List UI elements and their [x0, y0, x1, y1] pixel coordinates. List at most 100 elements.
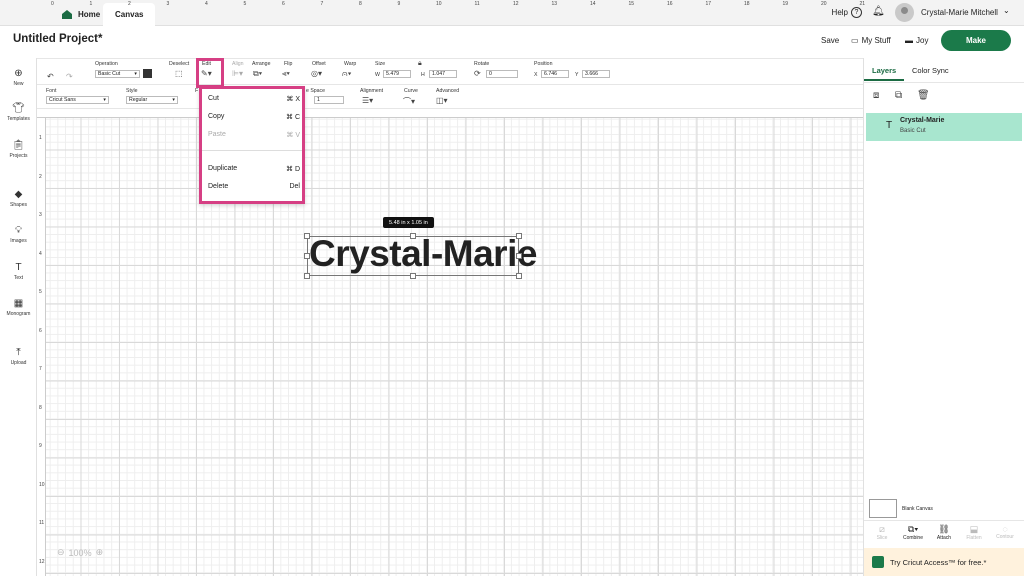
resize-handle[interactable]: [410, 273, 416, 279]
ruler-tick-label: 21: [859, 1, 866, 7]
ruler-tick-label: 9: [397, 1, 401, 7]
sidebar-item-text[interactable]: T Text: [0, 262, 37, 281]
resize-handle[interactable]: [304, 273, 310, 279]
sidebar-item-templates[interactable]: 👕︎ Templates: [0, 103, 37, 122]
size-h-label: H: [421, 72, 425, 78]
sidebar-item-images[interactable]: 💡︎ Images: [0, 225, 37, 244]
menu-item-delete[interactable]: Delete Del: [208, 183, 300, 190]
ruler-tick-label: 1: [39, 135, 42, 141]
warp-icon[interactable]: ⩀▾: [342, 69, 352, 79]
sidebar-item-shapes[interactable]: ◆ Shapes: [0, 189, 37, 208]
joy-button[interactable]: ▬ Joy: [905, 36, 928, 45]
ruler-tick-label: 12: [39, 558, 45, 565]
menu-label: Delete: [208, 183, 229, 190]
tab-layers[interactable]: Layers: [872, 66, 896, 75]
promo-banner[interactable]: Try Cricut Access™ for free.*: [864, 548, 1024, 576]
attach-icon: ⛓︎: [938, 524, 950, 534]
divider: [864, 82, 1024, 83]
ruler-tick-label: 11: [39, 520, 45, 526]
ruler-tick-label: 19: [782, 1, 789, 7]
page-title[interactable]: Untitled Project*: [13, 33, 102, 45]
resize-handle[interactable]: [304, 253, 310, 259]
pos-y-field[interactable]: 3.666: [582, 70, 610, 78]
deselect-icon[interactable]: ⬚: [175, 69, 183, 78]
resize-handle[interactable]: [516, 253, 522, 259]
redo-icon[interactable]: ↷: [66, 66, 73, 84]
menu-item-duplicate[interactable]: Duplicate ⌘ D: [208, 165, 300, 173]
font-size-label: F: [195, 88, 199, 94]
divider: [864, 520, 1024, 521]
resize-handle[interactable]: [516, 273, 522, 279]
upload-icon: ⤒: [16, 347, 21, 358]
menu-divider: [202, 150, 302, 151]
sidebar-item-new[interactable]: ⊕ New: [0, 68, 37, 87]
contour-button[interactable]: ◌ Contour: [994, 524, 1016, 540]
ruler-tick-label: 10: [39, 481, 45, 488]
operation-select[interactable]: Basic Cut ▾: [95, 70, 140, 78]
text-align-icon[interactable]: ☰▾: [362, 96, 373, 105]
advanced-icon[interactable]: ◫▾: [436, 96, 448, 105]
zoom-in-icon[interactable]: ⊕: [96, 547, 104, 558]
sidebar-item-projects[interactable]: 📋︎ Projects: [0, 140, 37, 159]
font-select[interactable]: Cricut Sans ▾: [46, 96, 109, 104]
sidebar-item-monogram[interactable]: ▦ Monogram: [0, 298, 37, 317]
chevron-down-icon[interactable]: ⌄: [1003, 6, 1010, 15]
shortcut: ⌘ D: [286, 166, 300, 173]
slice-button[interactable]: ⧄ Slice: [871, 524, 893, 541]
sidebar-item-upload[interactable]: ⤒ Upload: [0, 347, 37, 366]
help-button[interactable]: Help ?: [832, 7, 862, 18]
flatten-button[interactable]: ⬓ Flatten: [963, 524, 985, 541]
flip-icon[interactable]: ⫷▾: [282, 69, 290, 79]
duplicate-icon[interactable]: ⧉: [895, 90, 902, 101]
resize-handle[interactable]: [516, 233, 522, 239]
bell-icon[interactable]: 🔔︎: [872, 6, 885, 17]
machine-icon: ▬: [905, 36, 913, 45]
design-canvas[interactable]: [37, 109, 863, 576]
lock-icon[interactable]: 🔒︎: [418, 60, 422, 68]
group-icon[interactable]: ⧈: [873, 90, 879, 101]
offset-icon[interactable]: ◎▾: [311, 69, 322, 78]
style-label: Style: [126, 88, 138, 94]
trash-icon[interactable]: 🗑︎: [917, 90, 930, 101]
ruler-tick-label: 11: [474, 1, 480, 7]
make-button[interactable]: Make: [941, 30, 1011, 51]
size-h-field[interactable]: 1.047: [429, 70, 457, 78]
pos-x-field[interactable]: 6.746: [541, 70, 569, 78]
color-swatch[interactable]: [143, 69, 152, 78]
style-select[interactable]: Regular ▾: [126, 96, 178, 104]
undo-icon[interactable]: ↶: [47, 66, 54, 84]
resize-handle[interactable]: [304, 233, 310, 239]
zoom-out-icon[interactable]: ⊖: [57, 547, 65, 558]
size-w-field[interactable]: 5.479: [383, 70, 411, 78]
save-button[interactable]: Save: [821, 36, 839, 45]
user-name[interactable]: Crystal-Marie Mitchell: [921, 8, 998, 17]
ruler-tick-label: 4: [39, 250, 42, 257]
canvas-text-object[interactable]: Crystal-Marie: [309, 233, 537, 275]
tab-home-label: Home: [78, 10, 101, 19]
line-space-field[interactable]: 1: [314, 96, 344, 104]
combine-button[interactable]: ⧉▾ Combine: [902, 524, 924, 541]
avatar[interactable]: [895, 3, 914, 22]
menu-item-copy[interactable]: Copy ⌘ C: [208, 113, 300, 121]
chevron-down-icon: ▾: [103, 97, 106, 103]
curve-icon[interactable]: ⌒▾: [403, 96, 415, 107]
align-icon[interactable]: ⊫▾: [232, 69, 243, 78]
my-stuff-button[interactable]: ▭ My Stuff: [851, 36, 891, 45]
menu-item-cut[interactable]: Cut ⌘ X: [208, 95, 300, 103]
menu-label: Paste: [208, 131, 226, 138]
layer-item[interactable]: T Crystal-Marie Basic Cut: [866, 113, 1022, 141]
ruler-tick-label: 8: [359, 1, 362, 7]
resize-handle[interactable]: [410, 233, 416, 239]
attach-button[interactable]: ⛓︎ Attach: [933, 524, 955, 541]
menu-label: Copy: [208, 113, 225, 120]
ruler-tick-label: 20: [821, 1, 827, 7]
chevron-down-icon: ▾: [134, 71, 137, 77]
arrange-icon[interactable]: ⧉▾: [253, 69, 262, 79]
menu-label: Cut: [208, 95, 219, 102]
tab-color-sync[interactable]: Color Sync: [912, 66, 949, 75]
blank-canvas-thumbnail[interactable]: [869, 499, 897, 518]
sidebar-label: New: [13, 81, 24, 87]
rotate-field[interactable]: 0: [486, 70, 518, 78]
menu-item-paste[interactable]: Paste ⌘ V: [208, 131, 300, 139]
lightbulb-icon: 💡︎: [15, 225, 22, 236]
